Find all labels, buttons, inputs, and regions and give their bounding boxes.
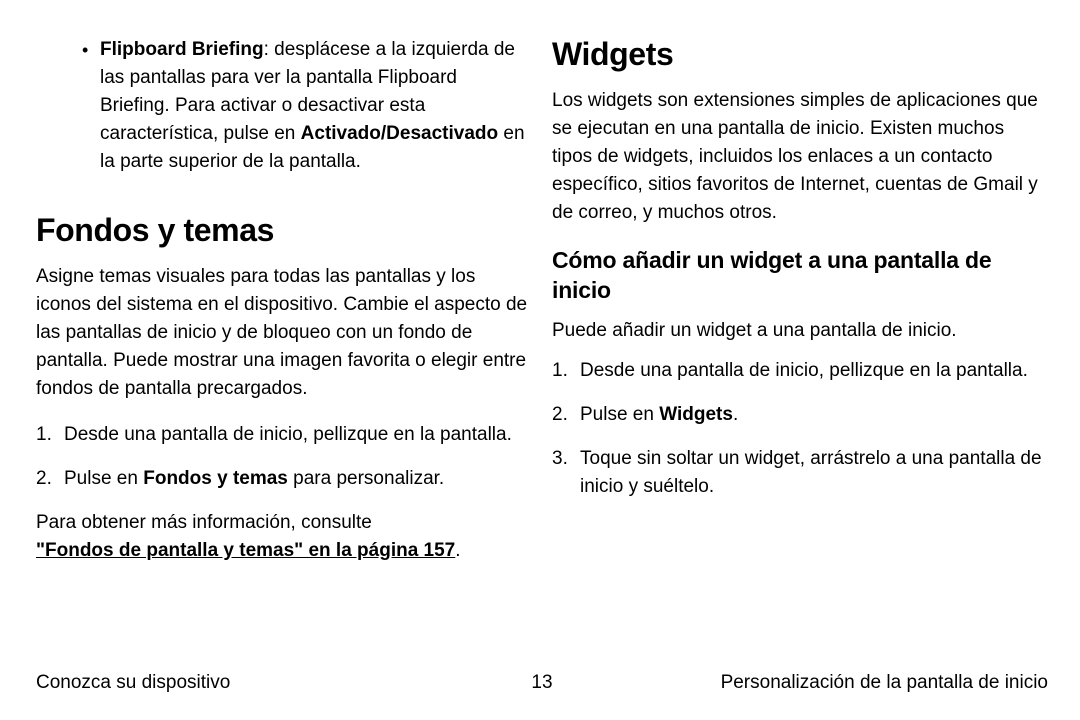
footer-page-number: 13 bbox=[531, 672, 552, 694]
step-item: 1. Desde una pantalla de inicio, pellizq… bbox=[36, 421, 528, 449]
step-body: Desde una pantalla de inicio, pellizque … bbox=[580, 357, 1044, 385]
more-info: Para obtener más información, consulte "… bbox=[36, 509, 528, 565]
widgets-intro: Los widgets son extensiones simples de a… bbox=[552, 87, 1044, 227]
step-item: 1. Desde una pantalla de inicio, pellizq… bbox=[552, 357, 1044, 385]
heading-widgets: Widgets bbox=[552, 36, 1044, 73]
step-body: Pulse en Fondos y temas para personaliza… bbox=[64, 465, 528, 493]
bullet-text: Flipboard Briefing: desplácese a la izqu… bbox=[100, 36, 528, 176]
widget-steps: 1. Desde una pantalla de inicio, pellizq… bbox=[552, 357, 1044, 501]
add-widget-intro: Puede añadir un widget a una pantalla de… bbox=[552, 317, 1044, 345]
more-info-link[interactable]: "Fondos de pantalla y temas" en la págin… bbox=[36, 540, 455, 561]
fondos-steps: 1. Desde una pantalla de inicio, pellizq… bbox=[36, 421, 528, 493]
left-column: • Flipboard Briefing: desplácese a la iz… bbox=[36, 36, 528, 583]
step-bold: Fondos y temas bbox=[143, 468, 288, 489]
step-prefix: Pulse en bbox=[64, 468, 143, 489]
step-number: 2. bbox=[36, 465, 64, 493]
footer-right: Personalización de la pantalla de inicio bbox=[721, 672, 1048, 694]
two-column-layout: • Flipboard Briefing: desplácese a la iz… bbox=[36, 36, 1048, 583]
step-number: 3. bbox=[552, 445, 580, 501]
step-bold: Widgets bbox=[659, 404, 733, 425]
more-info-tail: . bbox=[455, 540, 460, 561]
footer-left: Conozca su dispositivo bbox=[36, 672, 230, 694]
step-suffix: para personalizar. bbox=[288, 468, 444, 489]
step-body: Desde una pantalla de inicio, pellizque … bbox=[64, 421, 528, 449]
step-number: 1. bbox=[36, 421, 64, 449]
fondos-intro: Asigne temas visuales para todas las pan… bbox=[36, 263, 528, 403]
step-item: 2. Pulse en Widgets. bbox=[552, 401, 1044, 429]
step-body: Pulse en Widgets. bbox=[580, 401, 1044, 429]
step-item: 3. Toque sin soltar un widget, arrástrel… bbox=[552, 445, 1044, 501]
step-suffix: . bbox=[733, 404, 738, 425]
bullet-icon: • bbox=[82, 36, 100, 176]
step-body: Toque sin soltar un widget, arrástrelo a… bbox=[580, 445, 1044, 501]
more-info-lead: Para obtener más información, consulte bbox=[36, 512, 372, 533]
step-item: 2. Pulse en Fondos y temas para personal… bbox=[36, 465, 528, 493]
page-footer: Conozca su dispositivo 13 Personalizació… bbox=[36, 672, 1048, 694]
manual-page: • Flipboard Briefing: desplácese a la iz… bbox=[0, 0, 1080, 720]
bullet-inner-bold: Activado/Desactivado bbox=[301, 123, 498, 144]
right-column: Widgets Los widgets son extensiones simp… bbox=[552, 36, 1044, 583]
heading-fondos-y-temas: Fondos y temas bbox=[36, 212, 528, 249]
step-number: 1. bbox=[552, 357, 580, 385]
flipboard-bullet: • Flipboard Briefing: desplácese a la iz… bbox=[82, 36, 528, 176]
bullet-lead-bold: Flipboard Briefing bbox=[100, 39, 264, 60]
step-number: 2. bbox=[552, 401, 580, 429]
step-prefix: Pulse en bbox=[580, 404, 659, 425]
subheading-add-widget: Cómo añadir un widget a una pantalla de … bbox=[552, 245, 1044, 305]
